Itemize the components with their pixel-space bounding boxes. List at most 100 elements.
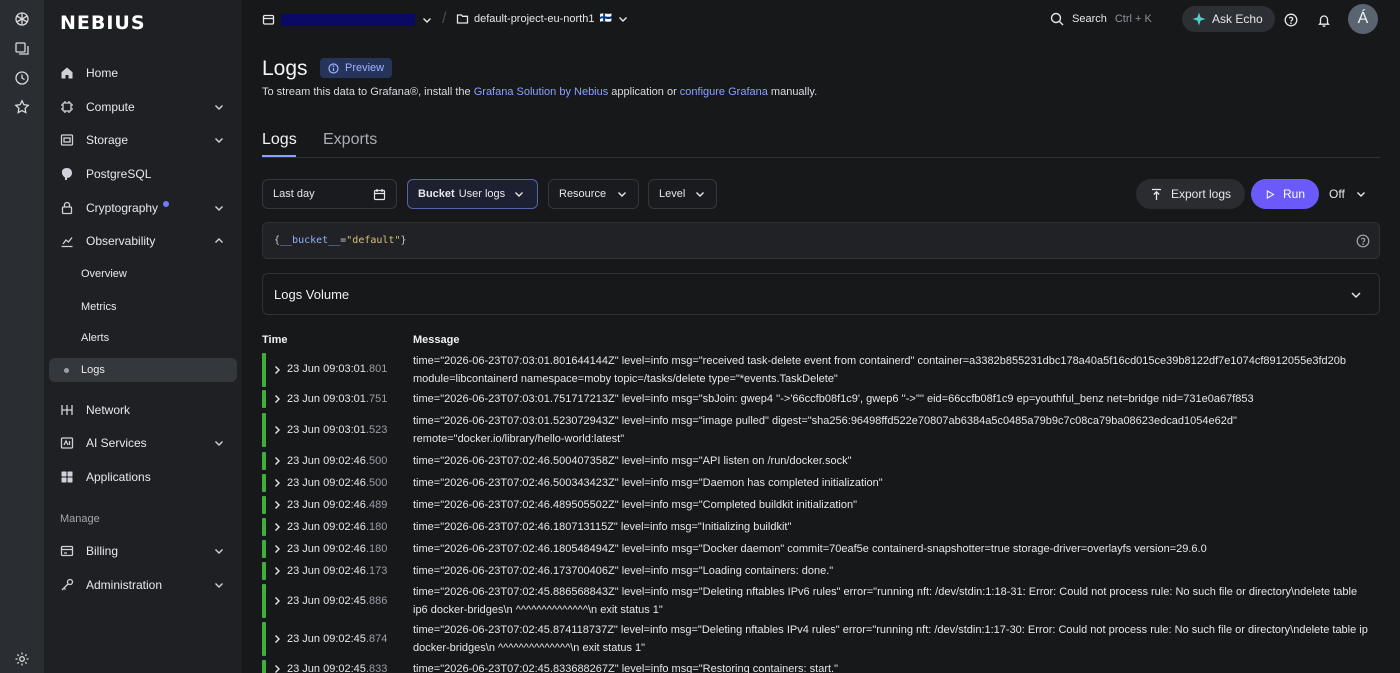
grafana-solution-link[interactable]: Grafana Solution by Nebius xyxy=(474,86,609,98)
sidebar-item-postgresql[interactable]: PostgreSQL xyxy=(49,161,237,187)
home-icon xyxy=(60,66,74,80)
sidebar-item-home[interactable]: Home xyxy=(49,60,237,86)
chevron-right-icon[interactable] xyxy=(272,596,282,606)
sidebar-item-administration[interactable]: Administration xyxy=(49,572,237,598)
column-header-time: Time xyxy=(262,334,288,346)
tenant-selector[interactable] xyxy=(262,13,433,26)
log-row[interactable]: 23 Jun 09:02:46.500 time="2026-06-23T07:… xyxy=(262,474,1380,494)
sidebar-item-network[interactable]: Network xyxy=(49,397,237,423)
sidebar-subitem-overview[interactable]: Overview xyxy=(49,262,237,286)
upload-icon xyxy=(1152,188,1161,200)
chevron-right-icon[interactable] xyxy=(272,544,282,554)
chevron-right-icon[interactable] xyxy=(272,456,282,466)
top-bar: / default-project-eu-north1 🇫🇮 Search Ct… xyxy=(242,0,1400,40)
time-range-picker[interactable]: Last day xyxy=(262,179,397,209)
log-time: 23 Jun 09:03:01.523 xyxy=(287,424,387,436)
nebius-logo[interactable]: NEBIUS xyxy=(60,12,146,34)
info-icon xyxy=(328,62,339,74)
chevron-up-icon xyxy=(215,238,223,243)
history-icon[interactable] xyxy=(13,69,31,87)
sidebar-item-cryptography[interactable]: Cryptography xyxy=(49,195,237,221)
log-row[interactable]: 23 Jun 09:03:01.751 time="2026-06-23T07:… xyxy=(262,390,1380,410)
log-time: 23 Jun 09:03:01.801 xyxy=(287,363,387,375)
separator: / xyxy=(442,10,447,27)
sidebar-subitem-alerts[interactable]: Alerts xyxy=(49,326,237,350)
sidebar-item-ai-services[interactable]: AI Services xyxy=(49,430,237,456)
refresh-interval-value: Off xyxy=(1329,187,1345,201)
log-message: time="2026-06-23T07:02:45.833688267Z" le… xyxy=(413,663,839,673)
ask-echo-button[interactable]: Ask Echo xyxy=(1182,6,1275,32)
log-row[interactable]: 23 Jun 09:02:45.833 time="2026-06-23T07:… xyxy=(262,660,1380,673)
settings-icon[interactable] xyxy=(13,650,31,668)
chevron-right-icon[interactable] xyxy=(272,634,282,644)
log-time-main: 23 Jun 09:02:46 xyxy=(287,477,366,489)
log-message: time="2026-06-23T07:03:01.751717213Z" le… xyxy=(413,393,1254,405)
search-button[interactable]: Search Ctrl + K xyxy=(1050,12,1152,26)
search-label: Search xyxy=(1072,13,1107,25)
log-row[interactable]: 23 Jun 09:03:01.523 time="2026-06-23T07:… xyxy=(262,413,1380,449)
run-button[interactable]: Run xyxy=(1251,179,1319,209)
export-logs-button[interactable]: Export logs xyxy=(1136,179,1246,209)
chevron-right-icon[interactable] xyxy=(272,425,282,435)
sidebar-item-compute[interactable]: Compute xyxy=(49,94,237,120)
sidebar-item-label: PostgreSQL xyxy=(86,167,152,181)
notifications-button[interactable] xyxy=(1317,13,1331,27)
star-icon[interactable] xyxy=(13,98,31,116)
chevron-right-icon[interactable] xyxy=(272,394,282,404)
query-help-icon[interactable] xyxy=(1356,234,1370,248)
chevron-right-icon[interactable] xyxy=(272,566,282,576)
log-message: time="2026-06-23T07:02:46.173700406Z" le… xyxy=(413,565,834,577)
sidebar-item-label: Cryptography xyxy=(86,201,159,215)
avatar[interactable]: Á xyxy=(1348,4,1378,34)
tab-exports[interactable]: Exports xyxy=(323,131,377,149)
chevron-down-icon xyxy=(423,17,431,23)
chevron-down-icon xyxy=(215,549,223,554)
run-label: Run xyxy=(1282,187,1305,201)
sidebar-subitem-logs[interactable]: Logs xyxy=(49,358,237,382)
log-row[interactable]: 23 Jun 09:02:46.489 time="2026-06-23T07:… xyxy=(262,496,1380,516)
log-time-main: 23 Jun 09:02:45 xyxy=(287,633,366,645)
log-row[interactable]: 23 Jun 09:02:45.874 time="2026-06-23T07:… xyxy=(262,622,1380,658)
bucket-select[interactable]: Bucket User logs xyxy=(407,179,538,209)
query-editor[interactable]: {__bucket__="default"} xyxy=(262,222,1380,259)
resource-select[interactable]: Resource xyxy=(548,179,639,209)
project-selector[interactable]: default-project-eu-north1 🇫🇮 xyxy=(456,12,629,25)
chevron-down-icon xyxy=(215,105,223,110)
preview-label: Preview xyxy=(345,62,385,74)
bell-icon xyxy=(1318,15,1330,27)
log-time-ms: .874 xyxy=(365,633,388,645)
sidebar-item-billing[interactable]: Billing xyxy=(49,538,237,564)
sidebar-item-label: Applications xyxy=(86,470,151,484)
chevron-right-icon[interactable] xyxy=(272,478,282,488)
openai-icon[interactable] xyxy=(13,10,31,28)
chevron-right-icon[interactable] xyxy=(272,500,282,510)
log-row[interactable]: 23 Jun 09:02:46.180 time="2026-06-23T07:… xyxy=(262,540,1380,560)
catalog-icon[interactable] xyxy=(13,40,31,58)
chevron-right-icon[interactable] xyxy=(272,365,282,375)
tab-logs[interactable]: Logs xyxy=(262,131,297,149)
help-button[interactable] xyxy=(1284,13,1298,27)
configure-grafana-link[interactable]: configure Grafana xyxy=(680,86,768,98)
level-select[interactable]: Level xyxy=(648,179,717,209)
log-message: time="2026-06-23T07:02:46.500407358Z" le… xyxy=(413,455,852,467)
sidebar-item-observability[interactable]: Observability xyxy=(49,228,237,254)
log-row[interactable]: 23 Jun 09:02:46.500 time="2026-06-23T07:… xyxy=(262,452,1380,472)
log-time: 23 Jun 09:02:46.173 xyxy=(287,565,387,577)
chevron-right-icon[interactable] xyxy=(272,664,282,673)
sidebar-subitem-metrics[interactable]: Metrics xyxy=(49,295,237,319)
sidebar-item-label: Storage xyxy=(86,133,129,147)
log-row[interactable]: 23 Jun 09:03:01.801 time="2026-06-23T07:… xyxy=(262,353,1380,389)
sidebar-item-storage[interactable]: Storage xyxy=(49,127,237,153)
chevron-right-icon[interactable] xyxy=(272,522,282,532)
log-time-ms: .833 xyxy=(365,663,388,673)
log-time-main: 23 Jun 09:03:01 xyxy=(287,393,366,405)
log-time-main: 23 Jun 09:02:46 xyxy=(287,521,366,533)
refresh-interval-select[interactable]: Off xyxy=(1329,187,1367,201)
log-row[interactable]: 23 Jun 09:02:46.173 time="2026-06-23T07:… xyxy=(262,562,1380,582)
subtitle-text: To stream this data to Grafana®, install… xyxy=(262,86,474,98)
log-row[interactable]: 23 Jun 09:02:45.886 time="2026-06-23T07:… xyxy=(262,584,1380,620)
sidebar-item-applications[interactable]: Applications xyxy=(49,464,237,490)
log-time: 23 Jun 09:03:01.751 xyxy=(287,393,387,405)
logs-volume-panel[interactable]: Logs Volume xyxy=(262,273,1380,315)
log-row[interactable]: 23 Jun 09:02:46.180 time="2026-06-23T07:… xyxy=(262,518,1380,538)
